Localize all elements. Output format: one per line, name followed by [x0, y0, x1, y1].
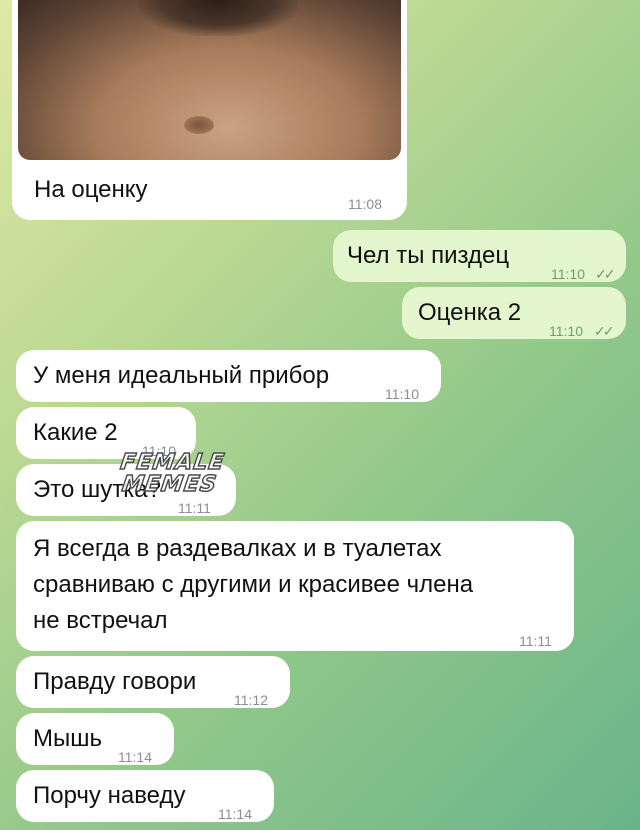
message-text: Порчу наведу: [33, 782, 186, 809]
message-bubble-incoming[interactable]: Порчу наведу 11:14: [16, 770, 274, 822]
watermark-logo: FEMALE MEMES: [113, 449, 229, 498]
message-text: Оценка 2: [418, 299, 522, 326]
message-bubble-incoming[interactable]: У меня идеальный прибор 11:10: [16, 350, 441, 402]
watermark-line: FEMALE: [118, 449, 227, 476]
message-text-line: не встречал: [33, 607, 168, 634]
message-bubble-incoming[interactable]: Я всегда в раздевалках и в туалетах срав…: [16, 521, 574, 651]
message-time: 11:11: [519, 633, 552, 649]
message-text-line: Я всегда в раздевалках и в туалетах: [33, 535, 442, 562]
message-time: 11:12: [234, 692, 268, 708]
message-bubble-outgoing[interactable]: Чел ты пиздец 11:10 ✓✓: [333, 230, 626, 282]
message-time: 11:10: [549, 323, 583, 339]
message-text-line: сравниваю с другими и красивее члена: [33, 571, 474, 598]
message-text: Правду говори: [33, 668, 197, 695]
message-bubble-outgoing[interactable]: Оценка 2 11:10 ✓✓: [402, 287, 626, 339]
photo-detail: [184, 116, 214, 134]
photo-message[interactable]: На оценку 11:08: [12, 0, 407, 220]
message-time: 11:10: [551, 266, 585, 282]
photo-detail: [138, 0, 298, 36]
message-photo[interactable]: [18, 0, 401, 160]
message-text: Мышь: [33, 725, 102, 752]
message-bubble-incoming[interactable]: Правду говори 11:12: [16, 656, 290, 708]
chat-area: На оценку 11:08 Чел ты пиздец 11:10 ✓✓ О…: [0, 0, 640, 830]
message-time: 11:08: [348, 196, 382, 212]
message-text: У меня идеальный прибор: [33, 362, 330, 389]
message-text: Чел ты пиздец: [347, 242, 510, 269]
message-text: Какие 2: [33, 419, 118, 446]
message-bubble-incoming[interactable]: Мышь 11:14: [16, 713, 174, 765]
message-time: 11:14: [218, 806, 252, 822]
message-text: На оценку: [34, 176, 148, 203]
read-checkmarks-icon: ✓✓: [594, 323, 615, 339]
message-time: 11:10: [385, 386, 419, 402]
watermark-line: MEMES: [120, 471, 220, 498]
message-time: 11:14: [118, 749, 152, 765]
read-checkmarks-icon: ✓✓: [595, 266, 616, 282]
